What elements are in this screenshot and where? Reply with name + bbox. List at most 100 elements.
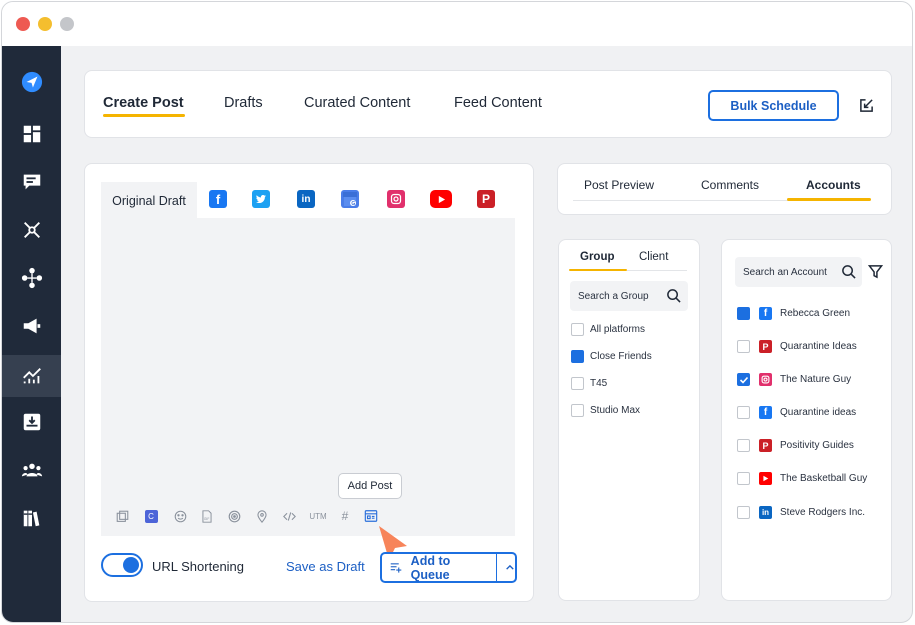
sidebar-item-workflow[interactable]: [2, 258, 61, 298]
sidebar-item-team[interactable]: [2, 450, 61, 490]
code-icon[interactable]: [282, 509, 296, 523]
minimize-window-dot[interactable]: [38, 17, 52, 31]
accounts-tab-underline: [787, 198, 871, 201]
sidebar: [2, 46, 61, 622]
sidebar-item-library[interactable]: [2, 498, 61, 538]
tab-original-draft[interactable]: Original Draft: [101, 182, 197, 220]
search-icon[interactable]: [841, 264, 856, 279]
save-as-draft-link[interactable]: Save as Draft: [286, 559, 365, 574]
target-icon[interactable]: [227, 509, 241, 523]
tab-create-post[interactable]: Create Post: [103, 95, 184, 111]
tab-group[interactable]: Group: [580, 251, 615, 263]
preview-tabs-card: Post Preview Comments Accounts: [557, 163, 892, 215]
tab-comments[interactable]: Comments: [701, 178, 759, 192]
filter-icon[interactable]: [868, 264, 883, 279]
search-icon[interactable]: [666, 288, 681, 303]
group-panel: Group Client Search a Group All platform…: [558, 239, 700, 601]
sidebar-item-campaigns[interactable]: [2, 306, 61, 346]
add-post-tooltip: Add Post: [338, 473, 402, 499]
tab-feed-content[interactable]: Feed Content: [454, 95, 542, 111]
account-checkbox-steve-rodgers[interactable]: [737, 506, 750, 519]
tab-curated-content[interactable]: Curated Content: [304, 95, 410, 111]
close-window-dot[interactable]: [16, 17, 30, 31]
google-business-icon[interactable]: G: [341, 190, 359, 208]
emoji-icon[interactable]: [173, 509, 187, 523]
add-post-icon[interactable]: [364, 509, 378, 523]
linkedin-icon: in: [759, 506, 772, 519]
account-label-rebecca-green: Rebecca Green: [780, 308, 851, 319]
account-checkbox-quarantine-ideas[interactable]: [737, 340, 750, 353]
group-label-studio-max: Studio Max: [590, 405, 641, 416]
tab-drafts[interactable]: Drafts: [224, 95, 263, 111]
group-label-close-friends: Close Friends: [590, 351, 652, 362]
gif-icon[interactable]: GIF: [200, 509, 214, 523]
account-label-quarantine-ideas-2: Quarantine ideas: [780, 407, 857, 418]
pinterest-icon: P: [759, 439, 772, 452]
group-checkbox-t45[interactable]: [571, 377, 584, 390]
account-checkbox-quarantine-ideas-2[interactable]: [737, 406, 750, 419]
media-library-icon[interactable]: [115, 509, 129, 523]
youtube-icon[interactable]: [430, 190, 452, 208]
group-tab-underline: [569, 269, 627, 271]
library-books-icon: [23, 510, 39, 527]
account-checkbox-the-basketball-guy[interactable]: [737, 472, 750, 485]
group-checkbox-studio-max[interactable]: [571, 404, 584, 417]
twitter-icon[interactable]: [252, 190, 270, 208]
url-shortening-label: URL Shortening: [152, 559, 245, 574]
checkmark-icon: [739, 376, 748, 384]
canva-icon[interactable]: C: [144, 509, 158, 523]
tab-post-preview[interactable]: Post Preview: [584, 178, 654, 192]
account-label-quarantine-ideas: Quarantine Ideas: [780, 341, 857, 352]
group-search-input[interactable]: Search a Group: [570, 281, 688, 311]
queue-list-icon: [390, 563, 402, 573]
megaphone-icon: [23, 318, 40, 334]
workflow-icon: [21, 267, 42, 289]
account-checkbox-positivity-guides[interactable]: [737, 439, 750, 452]
post-message-icon: [23, 174, 40, 190]
facebook-icon: f: [759, 307, 772, 320]
account-search-placeholder: Search an Account: [743, 266, 827, 278]
hashtag-button[interactable]: #: [338, 509, 352, 523]
instagram-icon[interactable]: [387, 190, 405, 208]
group-checkbox-all-platforms[interactable]: [571, 323, 584, 336]
network-icon: [23, 222, 40, 238]
chevron-up-icon[interactable]: [505, 562, 515, 573]
account-checkbox-the-nature-guy[interactable]: [737, 373, 750, 386]
app-window: Create Post Drafts Curated Content Feed …: [1, 1, 913, 623]
account-label-the-basketball-guy: The Basketball Guy: [780, 473, 868, 484]
sidebar-item-inbox[interactable]: [2, 402, 61, 442]
location-icon[interactable]: [255, 509, 269, 523]
youtube-icon: [759, 472, 772, 485]
pinterest-icon[interactable]: P: [477, 190, 495, 208]
pinterest-icon: P: [759, 340, 772, 353]
utm-button[interactable]: UTM: [308, 509, 328, 523]
tab-client[interactable]: Client: [639, 251, 668, 263]
sidebar-item-network[interactable]: [2, 210, 61, 250]
tab-accounts[interactable]: Accounts: [806, 178, 861, 192]
top-tabs-card: Create Post Drafts Curated Content Feed …: [84, 70, 892, 138]
zoom-window-dot[interactable]: [60, 17, 74, 31]
bulk-schedule-button[interactable]: Bulk Schedule: [708, 90, 839, 121]
sidebar-item-posts[interactable]: [2, 162, 61, 202]
group-checkbox-close-friends[interactable]: [571, 350, 584, 363]
url-shortening-toggle[interactable]: [101, 553, 143, 577]
account-search-input[interactable]: Search an Account: [735, 257, 862, 287]
title-bar: [2, 2, 912, 46]
facebook-icon[interactable]: f: [209, 190, 227, 208]
accounts-panel: Search an Account f Rebecca Green P Quar…: [721, 239, 892, 601]
post-text-area[interactable]: [101, 218, 515, 536]
svg-text:GIF: GIF: [204, 516, 209, 520]
compose-edit-icon[interactable]: [859, 98, 874, 113]
sidebar-item-analytics[interactable]: [2, 355, 61, 397]
account-checkbox-rebecca-green[interactable]: [737, 307, 750, 320]
post-editor-card: Original Draft f in G P C GIF UTM # Add …: [84, 163, 534, 602]
analytics-icon: [22, 368, 41, 384]
account-label-steve-rodgers: Steve Rodgers Inc.: [780, 507, 866, 518]
sidebar-item-logo[interactable]: [2, 62, 61, 102]
sidebar-item-dashboard[interactable]: [2, 114, 61, 154]
add-to-queue-button[interactable]: Add to Queue: [380, 552, 517, 583]
toggle-knob: [123, 557, 139, 573]
linkedin-icon[interactable]: in: [297, 190, 315, 208]
team-icon: [21, 463, 42, 477]
account-label-positivity-guides: Positivity Guides: [780, 440, 854, 451]
